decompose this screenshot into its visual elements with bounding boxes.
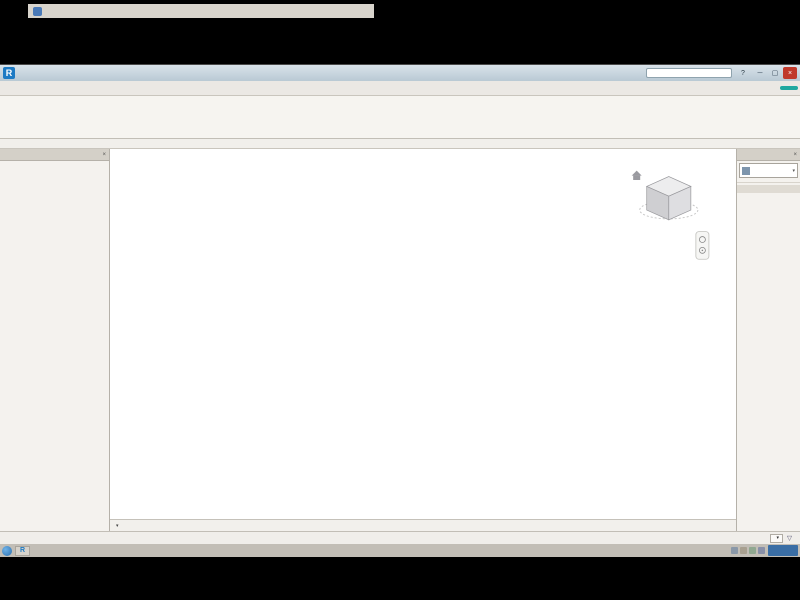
filter-icon[interactable]: ▽ bbox=[787, 534, 792, 542]
home-icon[interactable] bbox=[632, 171, 642, 176]
view-type-icon bbox=[742, 167, 750, 175]
taskbar: R bbox=[0, 544, 800, 557]
plugin-tool-button[interactable] bbox=[780, 86, 798, 90]
pan-zoom-dot bbox=[702, 250, 704, 252]
properties-close-icon[interactable]: × bbox=[793, 152, 797, 158]
type-selector[interactable]: ▾ bbox=[739, 163, 798, 178]
project-browser-header: × bbox=[0, 149, 109, 161]
properties-header: × bbox=[737, 149, 800, 161]
window-controls: ─ ▢ × bbox=[753, 67, 797, 79]
system-tray bbox=[731, 547, 765, 554]
canvas-column: ▾ bbox=[110, 149, 736, 531]
status-bar: ▾ ▽ bbox=[0, 531, 800, 544]
tray-icon-3[interactable] bbox=[749, 547, 756, 554]
taskbar-clock-area[interactable] bbox=[768, 545, 798, 556]
taskbar-revit-button[interactable]: R bbox=[15, 546, 30, 556]
properties-panel: × ▾ bbox=[736, 149, 800, 531]
titlebar: R ? ─ ▢ × bbox=[0, 65, 800, 81]
screen: R ? ─ ▢ × × bbox=[0, 0, 800, 600]
ribbon-panels bbox=[0, 96, 800, 139]
home-icon-base bbox=[633, 176, 640, 180]
navigation-bar-body bbox=[696, 232, 709, 260]
close-button[interactable]: × bbox=[783, 67, 797, 79]
project-browser-close-icon[interactable]: × bbox=[102, 152, 106, 158]
drawing-area[interactable] bbox=[110, 149, 736, 519]
ribbon-tab-row bbox=[0, 81, 800, 96]
minimize-button[interactable]: ─ bbox=[753, 67, 767, 79]
help-icon[interactable]: ? bbox=[738, 70, 748, 77]
property-group-label bbox=[737, 185, 800, 193]
host-menubar bbox=[28, 4, 374, 18]
model-3d-view[interactable] bbox=[110, 149, 736, 519]
design-options-select[interactable]: ▾ bbox=[770, 534, 783, 543]
maximize-button[interactable]: ▢ bbox=[768, 67, 782, 79]
scale-dropdown-icon[interactable]: ▾ bbox=[116, 523, 119, 529]
workspace: × bbox=[0, 149, 800, 531]
tray-icon-1[interactable] bbox=[731, 547, 738, 554]
revit-window: R ? ─ ▢ × × bbox=[0, 65, 800, 544]
host-app-icon[interactable] bbox=[33, 7, 42, 16]
project-browser-panel: × bbox=[0, 149, 110, 531]
project-browser-tree bbox=[0, 161, 109, 531]
navigation-bar[interactable] bbox=[696, 232, 709, 260]
revit-logo-icon[interactable]: R bbox=[3, 67, 15, 79]
tray-icon-2[interactable] bbox=[740, 547, 747, 554]
type-selector-dropdown-icon[interactable]: ▾ bbox=[792, 168, 795, 174]
view-control-bar: ▾ bbox=[110, 519, 736, 531]
options-bar bbox=[0, 139, 800, 149]
design-options-dropdown-icon: ▾ bbox=[776, 535, 779, 541]
viewcube[interactable] bbox=[632, 171, 698, 220]
start-button[interactable] bbox=[2, 546, 12, 556]
search-input[interactable] bbox=[646, 68, 732, 78]
tray-icon-4[interactable] bbox=[758, 547, 765, 554]
